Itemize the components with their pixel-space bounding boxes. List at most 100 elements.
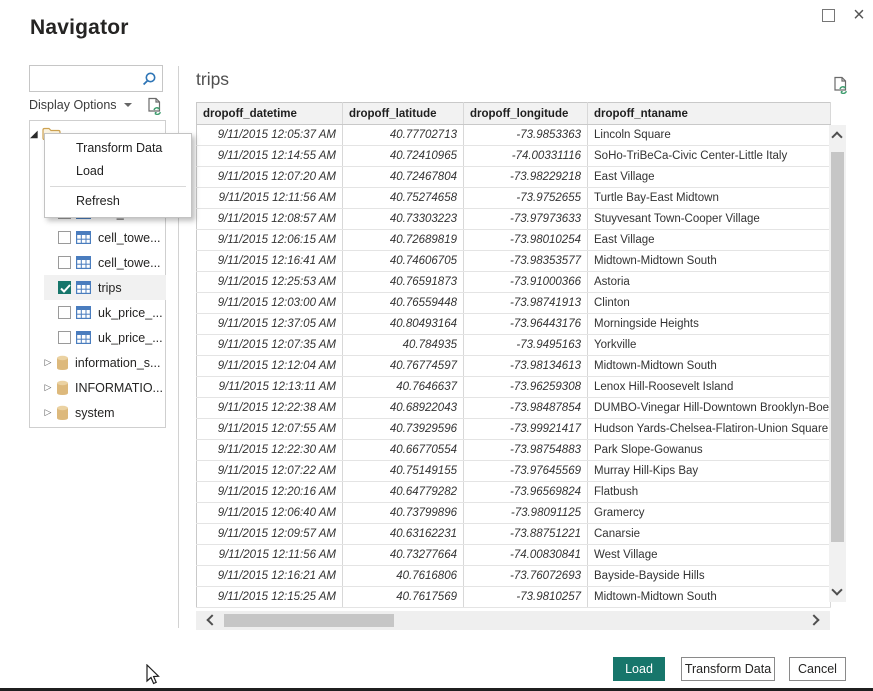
table-cell: -73.96259308 [464,377,588,398]
vertical-scroll-thumb[interactable] [831,152,844,542]
maximize-icon[interactable] [822,9,835,22]
table-cell: -73.9853363 [464,125,588,146]
table-cell: Stuyvesant Town-Cooper Village [588,209,831,230]
vertical-scrollbar[interactable] [829,125,846,602]
load-button[interactable]: Load [613,657,665,681]
horizontal-scrollbar[interactable] [196,611,830,630]
table-cell: 9/11/2015 12:05:37 AM [197,125,343,146]
horizontal-scroll-thumb[interactable] [224,614,394,627]
table-cell: 40.72410965 [343,146,464,167]
table-cell: 40.75274658 [343,188,464,209]
table-cell: 9/11/2015 12:07:22 AM [197,461,343,482]
table-cell: 9/11/2015 12:13:11 AM [197,377,343,398]
column-header-dropoff_datetime: dropoff_datetime [197,103,343,125]
tree-item-label: INFORMATIO... [75,381,163,395]
collapse-triangle-icon[interactable]: ◢ [30,129,38,140]
table-cell: 40.80493164 [343,314,464,335]
tree-item-label: system [75,406,115,420]
database-icon [56,355,69,371]
table-cell: Gramercy [588,503,831,524]
tree-item-trips[interactable]: trips [44,275,166,300]
table-icon [76,231,91,244]
search-input[interactable] [34,67,138,90]
table-cell: 9/11/2015 12:20:16 AM [197,482,343,503]
tree-item-label: uk_price_... [98,331,163,345]
table-cell: 40.73799896 [343,503,464,524]
tree-item-information-s[interactable]: ▷ information_s... [29,350,166,375]
table-cell: 9/11/2015 12:12:04 AM [197,356,343,377]
close-icon[interactable]: × [849,2,869,28]
table-row: 9/11/2015 12:37:05 AM40.80493164-73.9644… [197,314,831,335]
checkbox-unchecked[interactable] [58,306,71,319]
table-cell: 9/11/2015 12:11:56 AM [197,188,343,209]
expand-triangle-icon[interactable]: ▷ [42,407,54,418]
expand-triangle-icon[interactable]: ▷ [42,357,54,368]
table-icon [76,281,91,294]
sidebar-refresh-icon[interactable] [146,97,163,115]
checkbox-unchecked[interactable] [58,331,71,344]
table-cell: -73.91000366 [464,272,588,293]
table-cell: 9/11/2015 12:07:35 AM [197,335,343,356]
checkbox-unchecked[interactable] [58,256,71,269]
menu-separator [50,186,186,187]
context-menu: Transform DataLoad Refresh [44,133,192,218]
checkbox-unchecked[interactable] [58,231,71,244]
table-cell: 9/11/2015 12:22:30 AM [197,440,343,461]
column-header-dropoff_longitude: dropoff_longitude [464,103,588,125]
tree-item-label: uk_price_... [98,306,163,320]
table-row: 9/11/2015 12:09:57 AM40.63162231-73.8875… [197,524,831,545]
table-row: 9/11/2015 12:07:55 AM40.73929596-73.9992… [197,419,831,440]
scroll-left-icon[interactable] [206,614,217,625]
scroll-up-icon[interactable] [831,131,842,142]
scroll-right-icon[interactable] [808,614,819,625]
search-box [29,65,163,92]
table-cell: 9/11/2015 12:03:00 AM [197,293,343,314]
table-icon [76,306,91,319]
table-cell: 40.74606705 [343,251,464,272]
table-cell: 40.68922043 [343,398,464,419]
database-icon [56,380,69,396]
table-cell: SoHo-TriBeCa-Civic Center-Little Italy [588,146,831,167]
table-cell: Midtown-Midtown South [588,251,831,272]
table-row: 9/11/2015 12:15:25 AM40.7617569-73.98102… [197,587,831,608]
preview-refresh-icon[interactable] [832,76,849,94]
table-cell: 9/11/2015 12:11:56 AM [197,545,343,566]
tree-item-uk-price[interactable]: uk_price_... [29,300,166,325]
table-cell: 9/11/2015 12:08:57 AM [197,209,343,230]
tree-item-label: cell_towe... [98,231,161,245]
table-cell: -73.98741913 [464,293,588,314]
tree-item-informatio[interactable]: ▷ INFORMATIO... [29,375,166,400]
display-options-dropdown[interactable]: Display Options [29,98,117,112]
tree-item-cell-towe[interactable]: cell_towe... [29,250,166,275]
table-cell: 40.77702713 [343,125,464,146]
expand-triangle-icon[interactable]: ▷ [42,382,54,393]
search-icon[interactable] [141,71,157,87]
table-cell: -74.00830841 [464,545,588,566]
table-cell: 40.7646637 [343,377,464,398]
menu-item-refresh[interactable]: Refresh [45,190,191,213]
table-row: 9/11/2015 12:06:15 AM40.72689819-73.9801… [197,230,831,251]
tree-item-label: information_s... [75,356,160,370]
table-cell: Yorkville [588,335,831,356]
tree-item-uk-price[interactable]: uk_price_... [29,325,166,350]
table-cell: -73.98229218 [464,167,588,188]
table-cell: -73.99921417 [464,419,588,440]
transform-data-button[interactable]: Transform Data [681,657,775,681]
menu-item-transform-data[interactable]: Transform Data [45,137,191,160]
table-cell: 9/11/2015 12:16:41 AM [197,251,343,272]
table-cell: -73.98134613 [464,356,588,377]
table-cell: DUMBO-Vinegar Hill-Downtown Brooklyn-Boe… [588,398,831,419]
table-cell: -73.97645569 [464,461,588,482]
tree-item-cell-towe[interactable]: cell_towe... [29,225,166,250]
table-cell: 9/11/2015 12:25:53 AM [197,272,343,293]
cancel-button[interactable]: Cancel [789,657,846,681]
table-row: 9/11/2015 12:05:37 AM40.77702713-73.9853… [197,125,831,146]
dialog-title: Navigator [30,16,129,40]
scroll-down-icon[interactable] [831,584,842,595]
menu-item-load[interactable]: Load [45,160,191,183]
table-cell: East Village [588,167,831,188]
table-cell: 40.784935 [343,335,464,356]
checkbox-checked[interactable] [58,281,71,294]
table-row: 9/11/2015 12:22:38 AM40.68922043-73.9848… [197,398,831,419]
tree-item-system[interactable]: ▷ system [29,400,166,425]
